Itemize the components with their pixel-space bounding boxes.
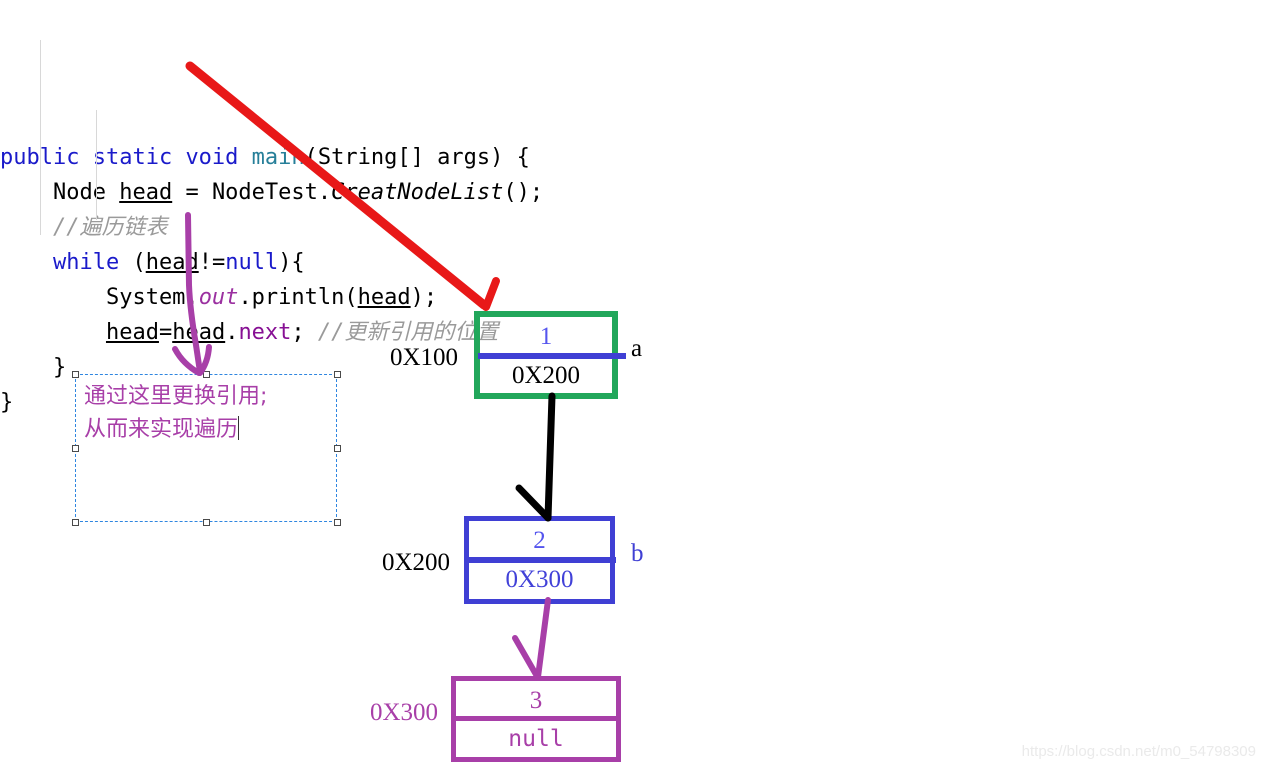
text-caret (238, 416, 240, 440)
code-token: (String[] args) { (304, 145, 530, 170)
code-token: while (52, 250, 120, 275)
code-token: void (185, 145, 252, 170)
resize-handle-w[interactable] (72, 445, 79, 452)
node-2-value: 2 (533, 527, 546, 554)
next-pointer-arrow-2-to-3 (512, 597, 551, 681)
code-token: public (0, 145, 93, 170)
resize-handle-e[interactable] (334, 445, 341, 452)
node-1-value: 1 (539, 323, 553, 350)
resize-handle-nw[interactable] (72, 371, 79, 378)
csdn-watermark: https://blog.csdn.net/m0_54798309 (1021, 743, 1256, 760)
resize-handle-n[interactable] (203, 371, 210, 378)
code-token: head (145, 250, 199, 275)
code-token: Node (0, 180, 120, 205)
resize-handle-s[interactable] (203, 519, 210, 526)
code-token: != (198, 250, 226, 275)
code-snippet: public static void main(String[] args) {… (0, 0, 720, 415)
code-token: System. (0, 285, 199, 310)
code-token: null (225, 250, 279, 275)
annotation-textbox-text: 通过这里更换引用; 从而来实现遍历 (84, 380, 267, 446)
code-token: head (357, 285, 411, 310)
code-token: main (251, 145, 305, 170)
code-token: head (119, 180, 173, 205)
code-token: .println( (238, 285, 358, 310)
code-token: ){ (278, 250, 305, 275)
node-2-next-addr: 0X300 (505, 566, 574, 593)
node-3-address-label: 0X300 (370, 699, 439, 726)
code-token: head (105, 320, 159, 345)
node-1-next-addr: 0X200 (511, 362, 581, 389)
code-line-1: public static void main(String[] args) { (0, 140, 720, 175)
code-token: ; (291, 320, 318, 345)
code-line-2: Node head = NodeTest.CreatNodeList(); (0, 175, 720, 210)
code-token: head (172, 320, 226, 345)
node-2-divider (468, 557, 616, 563)
annotation-line-1: 通过这里更换引用; (84, 384, 268, 409)
node-1-var-label: a (631, 335, 643, 362)
code-line-3: //遍历链表 (0, 210, 720, 245)
annotation-textbox[interactable]: 通过这里更换引用; 从而来实现遍历 (72, 371, 341, 526)
code-token: } (0, 355, 67, 380)
code-token: ); (410, 285, 438, 310)
code-token: = (158, 320, 173, 345)
annotation-line-2: 从而来实现遍历 (84, 417, 239, 442)
resize-handle-ne[interactable] (334, 371, 341, 378)
indent-guide-2 (96, 110, 97, 220)
code-line-4: while (head!=null){ (0, 245, 720, 280)
code-token: CreatNodeList (331, 180, 504, 205)
indent-guide-1 (40, 40, 41, 235)
code-token: next (238, 320, 292, 345)
node-2-address-label: 0X200 (382, 549, 451, 576)
code-token: static (92, 145, 186, 170)
node-1-address-label: 0X100 (390, 344, 459, 371)
node-1-divider (478, 353, 626, 359)
resize-handle-se[interactable] (334, 519, 341, 526)
code-token: ( (119, 250, 146, 275)
code-token: } (0, 390, 14, 415)
code-token: //更新引用的位置 (317, 320, 499, 345)
node-3-next-addr: null (508, 726, 564, 752)
code-token: = NodeTest. (172, 180, 332, 205)
code-line-5: System.out.println(head); (0, 280, 720, 315)
code-token: //遍历链表 (0, 215, 168, 240)
node-2-var-label: b (631, 540, 644, 567)
node-3-divider (455, 716, 620, 721)
code-token: . (225, 320, 239, 345)
node-3-value: 3 (529, 687, 543, 714)
code-token: (); (503, 180, 544, 205)
resize-handle-sw[interactable] (72, 519, 79, 526)
diagram-canvas: public static void main(String[] args) {… (0, 0, 1262, 774)
code-token: out (198, 285, 239, 310)
